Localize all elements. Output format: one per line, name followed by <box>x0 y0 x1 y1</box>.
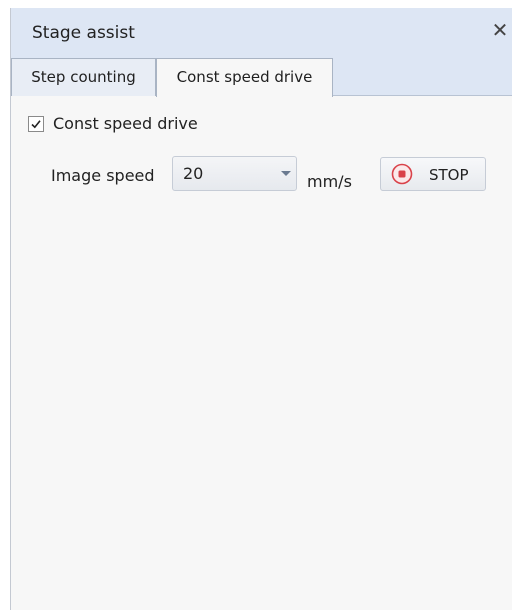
speed-unit-label: mm/s <box>307 172 352 191</box>
const-speed-drive-checkbox-row[interactable]: Const speed drive <box>28 115 198 133</box>
image-speed-value: 20 <box>183 164 204 183</box>
tab-const-speed-drive[interactable]: Const speed drive <box>156 58 333 97</box>
image-speed-label: Image speed <box>51 166 155 185</box>
chevron-down-icon <box>281 171 291 176</box>
image-speed-select[interactable]: 20 <box>172 156 297 191</box>
tab-content: Const speed drive Image speed 20 mm/s ST… <box>11 96 512 610</box>
tab-strip: Step counting Const speed drive <box>11 50 512 97</box>
stop-button-label: STOP <box>429 166 469 184</box>
const-speed-drive-checkbox[interactable] <box>28 116 44 132</box>
panel-title: Stage assist <box>32 23 135 43</box>
stop-button[interactable]: STOP <box>380 157 486 191</box>
stop-record-icon <box>391 163 413 185</box>
title-bar: Stage assist ✕ <box>11 8 512 50</box>
checkmark-icon <box>31 120 41 129</box>
close-icon[interactable]: ✕ <box>487 18 512 42</box>
tab-step-counting[interactable]: Step counting <box>11 58 156 96</box>
stage-assist-panel: Stage assist ✕ Step counting Const speed… <box>10 8 512 610</box>
const-speed-drive-label: Const speed drive <box>53 114 198 133</box>
